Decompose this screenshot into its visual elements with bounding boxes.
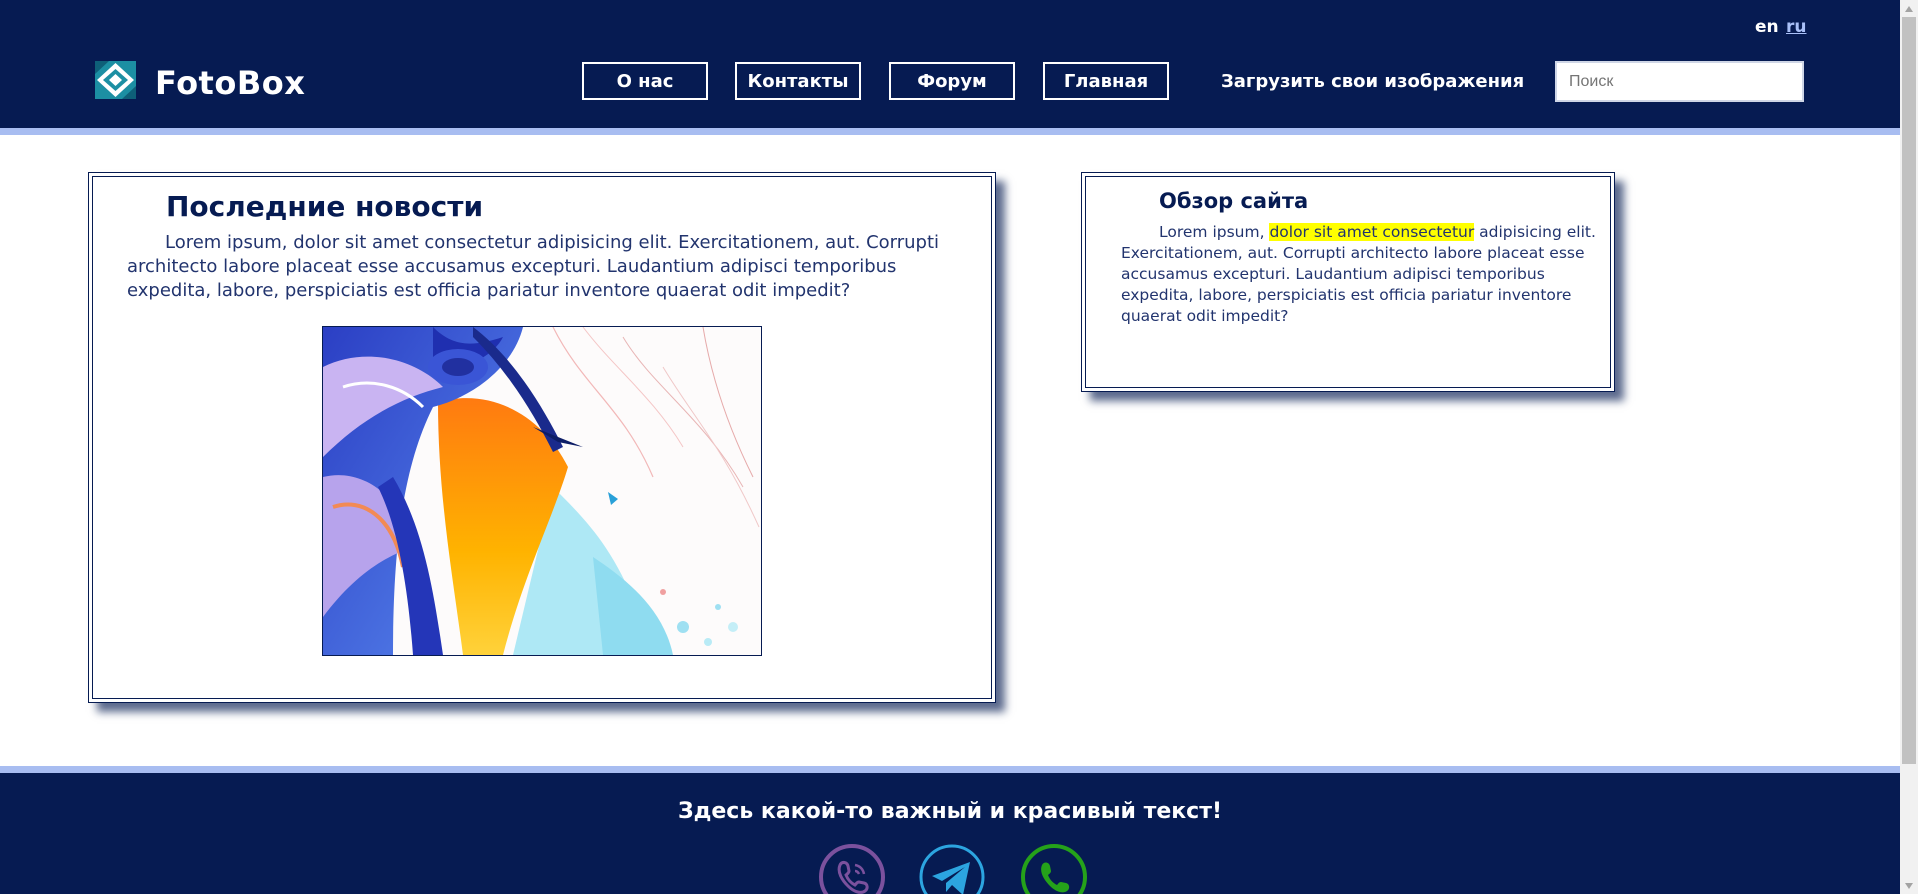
nav-forum-button[interactable]: Форум [889,62,1015,100]
news-card: Последние новости Lorem ipsum, dolor sit… [88,172,996,703]
header-accent-strip [0,128,1900,135]
upload-images-link[interactable]: Загрузить свои изображения [1221,71,1524,92]
abstract-paint-image [323,327,761,655]
logo-text[interactable]: FotoBox [155,64,305,102]
scroll-up-arrow-icon[interactable] [1900,0,1918,17]
whatsapp-icon[interactable] [1020,843,1088,894]
diamond-logo-icon[interactable] [95,61,136,99]
scroll-thumb[interactable] [1902,17,1916,764]
overview-text: Lorem ipsum, dolor sit amet consectetur … [1121,222,1601,327]
news-text: Lorem ipsum, dolor sit amet consectetur … [127,232,940,301]
search-input[interactable] [1555,61,1804,102]
viber-icon[interactable] [818,843,886,894]
telegram-icon[interactable] [918,843,986,894]
overview-title: Обзор сайта [1159,189,1309,213]
lang-ru-link[interactable]: ru [1786,17,1807,37]
footer-text: Здесь какой-то важный и красивый текст! [677,799,1223,824]
lang-en-link[interactable]: en [1755,17,1779,37]
nav-home-button[interactable]: Главная [1043,62,1169,100]
overview-highlighted-text: dolor sit amet consectetur [1269,223,1475,241]
site-footer: Здесь какой-то важный и красивый текст! [0,773,1900,894]
news-image [322,326,762,656]
news-title: Последние новости [166,190,484,223]
nav-about-button[interactable]: О нас [582,62,708,100]
site-header: en ru FotoBox О нас Контакты Форум Главн… [0,0,1900,128]
nav-contacts-button[interactable]: Контакты [735,62,861,100]
footer-accent-strip [0,766,1900,773]
page: en ru FotoBox О нас Контакты Форум Главн… [0,0,1918,894]
overview-card: Обзор сайта Lorem ipsum, dolor sit amet … [1081,172,1615,392]
scroll-down-arrow-icon[interactable] [1900,877,1918,894]
overview-text-start: Lorem ipsum, [1159,223,1270,241]
vertical-scrollbar[interactable] [1900,0,1918,894]
